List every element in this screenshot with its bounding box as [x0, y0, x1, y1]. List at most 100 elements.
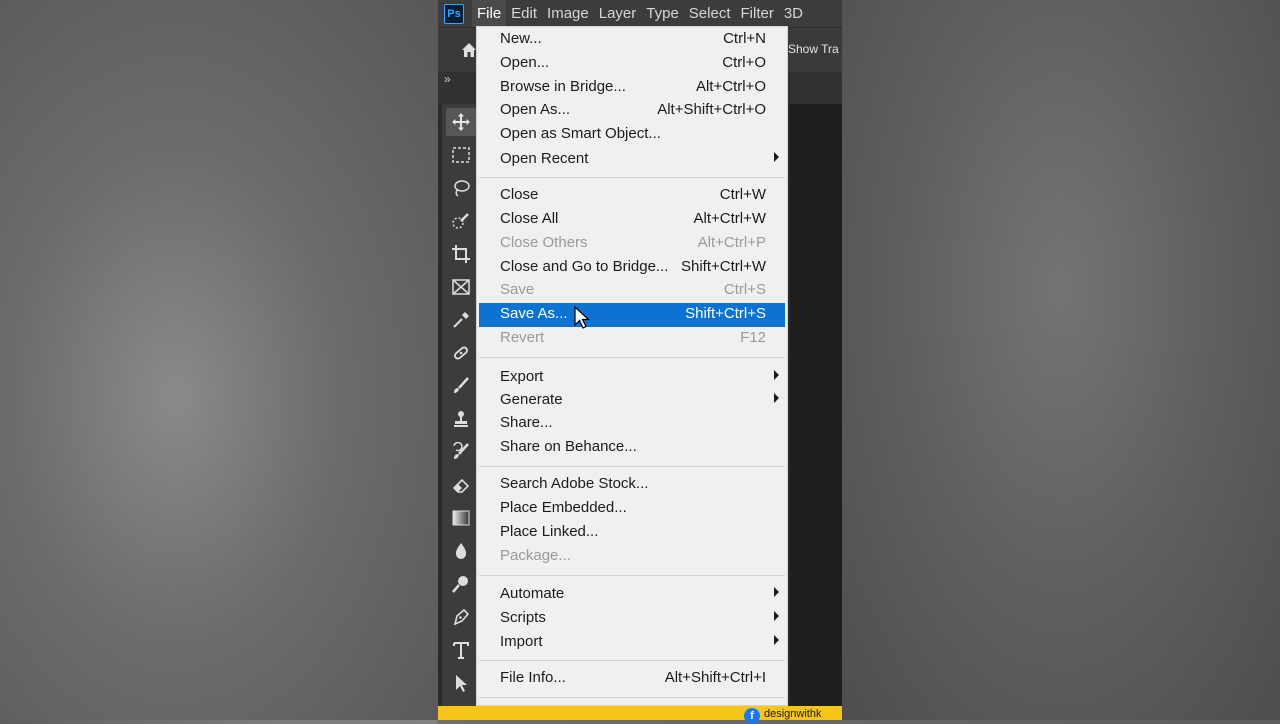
- menu-item-open-as-smart-object[interactable]: Open as Smart Object...: [479, 123, 785, 147]
- dodge-tool-icon[interactable]: [446, 570, 476, 598]
- menu-type[interactable]: Type: [641, 0, 684, 27]
- menu-item-label: Save As...: [500, 305, 568, 322]
- menu-item-open-as[interactable]: Open As... Alt+Shift+Ctrl+O: [479, 99, 785, 123]
- menu-item-shortcut: Alt+Ctrl+O: [695, 78, 766, 95]
- menu-item-shortcut: Shift+Ctrl+W: [680, 258, 766, 275]
- gradient-tool-icon[interactable]: [446, 504, 476, 532]
- menu-filter[interactable]: Filter: [736, 0, 779, 27]
- menu-bar: Ps File Edit Image Layer Type Select Fil…: [438, 0, 842, 27]
- background-left: [0, 0, 438, 720]
- show-transform-controls[interactable]: Show Tra: [788, 42, 839, 56]
- menu-item-file-info[interactable]: File Info... Alt+Shift+Ctrl+I: [479, 667, 785, 691]
- menu-item-label: Share...: [500, 414, 553, 431]
- file-menu-dropdown: New... Ctrl+N Open... Ctrl+O Browse in Bri…: [476, 26, 788, 706]
- menu-item-generate[interactable]: Generate: [479, 389, 785, 413]
- menu-image[interactable]: Image: [542, 0, 594, 27]
- menu-item-label: New...: [500, 30, 542, 47]
- menu-item-label: Place Embedded...: [500, 499, 627, 516]
- menu-item-label: File Info...: [500, 669, 566, 686]
- menu-item-label: Close Others: [500, 234, 588, 251]
- menu-separator: [479, 177, 785, 178]
- menu-separator: [479, 357, 785, 358]
- background-right: [842, 0, 1280, 720]
- menu-item-shortcut: Shift+Ctrl+S: [685, 305, 766, 322]
- photoshop-logo: Ps: [444, 3, 464, 24]
- menu-item-label: Revert: [500, 329, 545, 346]
- menu-item-close-all[interactable]: Close All Alt+Ctrl+W: [479, 208, 785, 232]
- menu-item-label: Search Adobe Stock...: [500, 475, 649, 492]
- menu-item-revert: Revert F12: [479, 327, 785, 351]
- history-brush-tool-icon[interactable]: [446, 438, 476, 466]
- menu-item-label: Place Linked...: [500, 523, 599, 540]
- menu-item-browse-in-bridge[interactable]: Browse in Bridge... Alt+Ctrl+O: [479, 76, 785, 100]
- menu-item-shortcut: Alt+Shift+Ctrl+I: [664, 669, 766, 686]
- menu-select[interactable]: Select: [684, 0, 736, 27]
- submenu-arrow-icon: [774, 370, 779, 380]
- facebook-icon: f: [744, 708, 760, 724]
- menu-item-automate[interactable]: Automate: [479, 583, 785, 607]
- menu-item-shortcut: Alt+Shift+Ctrl+O: [657, 101, 766, 118]
- menu-item-scripts[interactable]: Scripts: [479, 607, 785, 631]
- menu-separator: [479, 660, 785, 661]
- move-tool-icon[interactable]: [446, 108, 476, 136]
- path-selection-tool-icon[interactable]: [446, 669, 476, 697]
- menu-item-label: Generate: [500, 391, 563, 408]
- menu-item-close-and-go-to-bridge[interactable]: Close and Go to Bridge... Shift+Ctrl+W: [479, 256, 785, 280]
- pen-tool-icon[interactable]: [446, 603, 476, 631]
- menu-item-new[interactable]: New... Ctrl+N: [479, 28, 785, 52]
- menu-item-label: Save: [500, 281, 535, 298]
- menu-item-open[interactable]: Open... Ctrl+O: [479, 52, 785, 76]
- submenu-arrow-icon: [774, 611, 779, 621]
- menu-item-place-embedded[interactable]: Place Embedded...: [479, 497, 785, 521]
- frame-tool-icon[interactable]: [446, 273, 476, 301]
- menu-item-label: Package...: [500, 547, 571, 564]
- watermark-text: designwithk: [764, 708, 822, 720]
- canvas-area[interactable]: [790, 104, 842, 720]
- lasso-tool-icon[interactable]: [446, 174, 476, 202]
- eraser-tool-icon[interactable]: [446, 471, 476, 499]
- menu-separator: [479, 575, 785, 576]
- menu-item-search-adobe-stock[interactable]: Search Adobe Stock...: [479, 473, 785, 497]
- menu-item-label: Close: [500, 186, 539, 203]
- menu-item-label: Open as Smart Object...: [500, 125, 661, 142]
- mouse-pointer-icon: [574, 306, 591, 329]
- menu-item-shortcut: Alt+Ctrl+P: [697, 234, 766, 251]
- menu-item-share[interactable]: Share...: [479, 412, 785, 436]
- marquee-tool-icon[interactable]: [446, 141, 476, 169]
- menu-item-label: Browse in Bridge...: [500, 78, 626, 95]
- menu-item-shortcut: Ctrl+N: [723, 30, 766, 47]
- menu-item-close[interactable]: Close Ctrl+W: [479, 184, 785, 208]
- menu-item-close-others: Close Others Alt+Ctrl+P: [479, 232, 785, 256]
- healing-brush-tool-icon[interactable]: [446, 339, 476, 367]
- menu-item-label: Automate: [500, 585, 565, 602]
- blur-tool-icon[interactable]: [446, 537, 476, 565]
- menu-item-place-linked[interactable]: Place Linked...: [479, 521, 785, 545]
- menu-item-shortcut: Ctrl+S: [723, 281, 766, 298]
- crop-tool-icon[interactable]: [446, 240, 476, 268]
- menu-item-open-recent[interactable]: Open Recent: [479, 148, 785, 172]
- clone-stamp-tool-icon[interactable]: [446, 405, 476, 433]
- watermark-banner: f designwithk: [438, 706, 842, 724]
- quick-selection-tool-icon[interactable]: [446, 207, 476, 235]
- type-tool-icon[interactable]: [446, 636, 476, 664]
- menu-item-shortcut: Ctrl+O: [722, 54, 766, 71]
- menu-item-export[interactable]: Export: [479, 366, 785, 390]
- submenu-arrow-icon: [774, 393, 779, 403]
- menu-item-share-on-behance[interactable]: Share on Behance...: [479, 436, 785, 460]
- menu-file[interactable]: File: [472, 0, 507, 27]
- collapse-panel-icon[interactable]: »: [444, 72, 451, 86]
- submenu-arrow-icon: [774, 635, 779, 645]
- menu-item-shortcut: Alt+Ctrl+W: [693, 210, 766, 227]
- menu-item-shortcut: F12: [740, 329, 766, 346]
- brush-tool-icon[interactable]: [446, 372, 476, 400]
- menu-layer[interactable]: Layer: [594, 0, 642, 27]
- menu-item-save-as[interactable]: Save As... Shift+Ctrl+S: [479, 303, 785, 327]
- menu-item-label: Open...: [500, 54, 550, 71]
- menu-3d[interactable]: 3D: [779, 0, 808, 27]
- menu-item-package: Package...: [479, 545, 785, 569]
- eyedropper-tool-icon[interactable]: [446, 306, 476, 334]
- menu-separator: [479, 697, 785, 698]
- menu-item-import[interactable]: Import: [479, 631, 785, 655]
- menu-edit[interactable]: Edit: [506, 0, 542, 27]
- menu-separator: [479, 466, 785, 467]
